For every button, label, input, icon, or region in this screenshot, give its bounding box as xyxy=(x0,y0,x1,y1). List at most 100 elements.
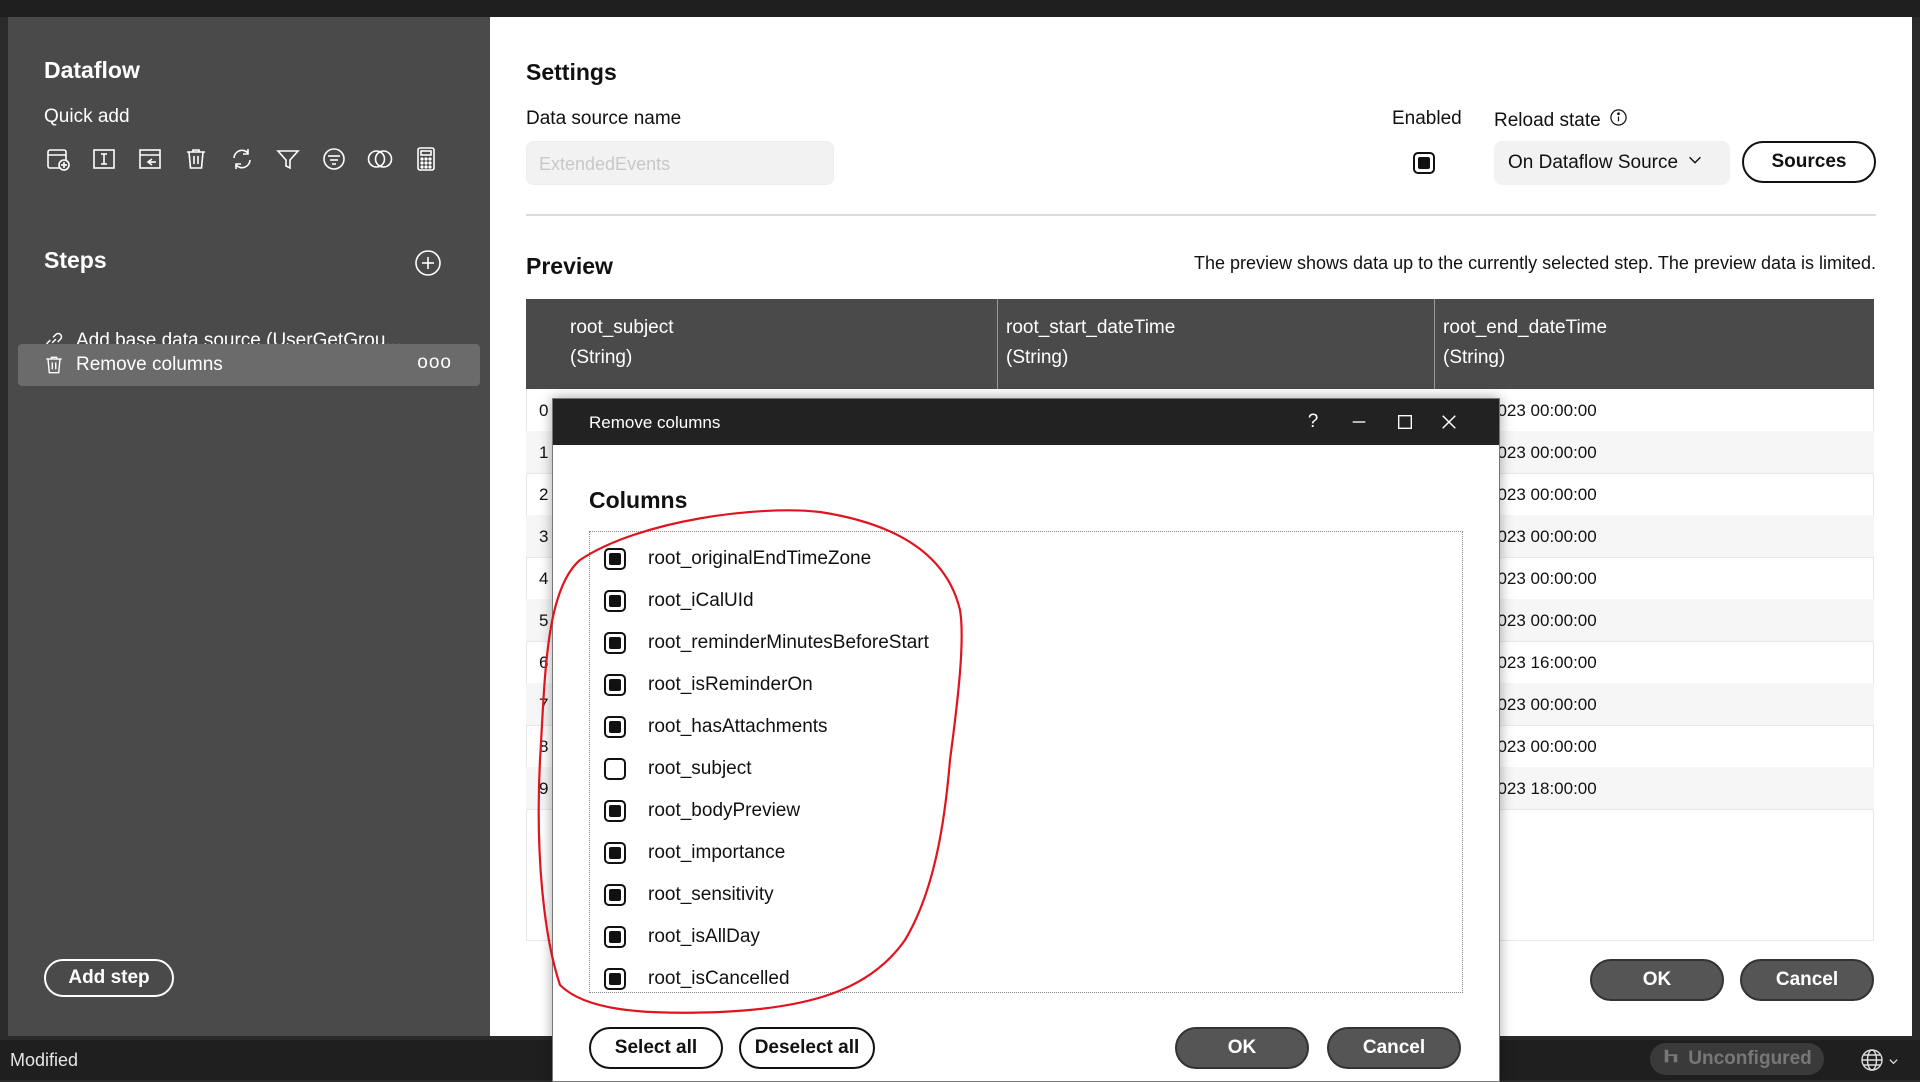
unconfigured-icon xyxy=(1662,1047,1680,1071)
checkbox[interactable] xyxy=(604,590,626,612)
column-label: root_isReminderOn xyxy=(648,674,813,695)
checkbox[interactable] xyxy=(604,716,626,738)
dataflow-title: Dataflow xyxy=(44,57,140,83)
column-checkbox-item[interactable]: root_originalEndTimeZone xyxy=(604,542,871,576)
dialog-ok-button[interactable]: OK xyxy=(1175,1027,1309,1069)
join-icon[interactable] xyxy=(366,145,394,173)
info-icon[interactable] xyxy=(1609,108,1628,133)
column-checkbox-item[interactable]: root_reminderMinutesBeforeStart xyxy=(604,626,929,660)
remove-columns-dialog: Remove columns ? Columns root_originalEn… xyxy=(552,398,1500,1082)
more-options-icon[interactable]: ooo xyxy=(417,352,452,374)
trash-icon[interactable] xyxy=(182,145,210,173)
reload-state-text: Reload state xyxy=(1494,109,1601,131)
select-all-button[interactable]: Select all xyxy=(589,1027,723,1069)
reload-state-select[interactable]: On Dataflow Source xyxy=(1494,141,1730,185)
column-name: root_subject xyxy=(570,317,674,338)
preview-title: Preview xyxy=(526,253,613,279)
divider xyxy=(526,214,1876,216)
filter-icon[interactable] xyxy=(274,145,302,173)
checkbox[interactable] xyxy=(604,926,626,948)
unconfigured-badge[interactable]: Unconfigured xyxy=(1650,1043,1824,1075)
column-label: root_importance xyxy=(648,842,786,863)
end-datetime-cell: 2023 00:00:00 xyxy=(1488,443,1597,462)
dialog-cancel-button[interactable]: Cancel xyxy=(1327,1027,1461,1069)
refresh-icon[interactable] xyxy=(228,145,256,173)
settings-title: Settings xyxy=(526,59,617,85)
help-icon[interactable]: ? xyxy=(1299,409,1327,435)
deselect-all-button[interactable]: Deselect all xyxy=(739,1027,875,1069)
checkbox[interactable] xyxy=(604,548,626,570)
column-checkbox-item[interactable]: root_bodyPreview xyxy=(604,794,800,828)
close-icon[interactable] xyxy=(1435,409,1463,435)
step-label: Remove columns xyxy=(76,354,223,375)
column-label: root_originalEndTimeZone xyxy=(648,548,872,569)
text-field-icon[interactable] xyxy=(90,145,118,173)
ok-button[interactable]: OK xyxy=(1590,959,1724,1001)
checkbox[interactable] xyxy=(604,758,626,780)
column-checkbox-item[interactable]: root_sensitivity xyxy=(604,878,774,912)
chevron-down-icon xyxy=(1888,1054,1899,1070)
sources-button[interactable]: Sources xyxy=(1742,141,1876,183)
end-datetime-cell: 2023 00:00:00 xyxy=(1488,401,1597,420)
cancel-button[interactable]: Cancel xyxy=(1740,959,1874,1001)
column-name: root_end_dateTime xyxy=(1443,317,1608,338)
checkbox[interactable] xyxy=(604,632,626,654)
column-checkbox-item[interactable]: root_importance xyxy=(604,836,785,870)
preview-note: The preview shows data up to the current… xyxy=(1193,253,1876,273)
checkbox[interactable] xyxy=(604,800,626,822)
add-step-plus-icon[interactable] xyxy=(414,249,442,277)
column-checkbox-item[interactable]: root_subject xyxy=(604,752,752,786)
row-index: 7 xyxy=(539,695,549,714)
column-header-root-start-datetime[interactable]: root_start_dateTime (String) xyxy=(998,299,1435,389)
column-header-root-end-datetime[interactable]: root_end_dateTime (String) xyxy=(1435,299,1874,389)
maximize-icon[interactable] xyxy=(1391,409,1419,435)
trash-icon xyxy=(40,351,68,379)
column-label: root_isAllDay xyxy=(648,926,760,947)
column-checkbox-item[interactable]: root_iCalUId xyxy=(604,584,754,618)
column-checkbox-item[interactable]: root_isAllDay xyxy=(604,920,760,954)
row-index: 9 xyxy=(539,779,549,798)
minimize-icon[interactable] xyxy=(1345,409,1373,435)
columns-list: root_originalEndTimeZone root_iCalUIdroot… xyxy=(589,531,1463,993)
end-datetime-cell: 2023 16:00:00 xyxy=(1488,653,1597,672)
enabled-checkbox[interactable] xyxy=(1413,152,1435,174)
row-index: 5 xyxy=(539,611,549,630)
quick-add-toolbar xyxy=(44,145,440,173)
add-source-icon[interactable] xyxy=(44,145,72,173)
globe-icon xyxy=(1860,1048,1884,1075)
step-remove-columns[interactable]: Remove columns ooo xyxy=(18,344,480,386)
reload-state-value: On Dataflow Source xyxy=(1508,152,1679,173)
column-checkbox-item[interactable]: root_isCancelled xyxy=(604,962,790,992)
preview-table-header: root_subject (String) root_start_dateTim… xyxy=(526,299,1874,389)
column-type: (String) xyxy=(1006,347,1069,368)
end-datetime-cell: 2023 00:00:00 xyxy=(1488,527,1597,546)
end-datetime-cell: 2023 00:00:00 xyxy=(1488,611,1597,630)
column-label: root_reminderMinutesBeforeStart xyxy=(648,632,929,653)
column-header-root-subject[interactable]: root_subject (String) xyxy=(526,299,998,389)
data-source-name-label: Data source name xyxy=(526,108,682,129)
columns-title: Columns xyxy=(589,487,688,513)
checkbox[interactable] xyxy=(604,842,626,864)
checkbox[interactable] xyxy=(604,884,626,906)
column-label: root_iCalUId xyxy=(648,590,754,611)
row-index: 8 xyxy=(539,737,549,756)
column-name: root_start_dateTime xyxy=(1006,317,1176,338)
steps-title: Steps xyxy=(44,247,107,273)
row-index: 4 xyxy=(539,569,549,588)
checkbox[interactable] xyxy=(604,674,626,696)
unconfigured-label: Unconfigured xyxy=(1688,1048,1812,1069)
list-filter-icon[interactable] xyxy=(320,145,348,173)
dialog-title-bar[interactable]: Remove columns ? xyxy=(553,399,1499,445)
merge-table-icon[interactable] xyxy=(136,145,164,173)
data-source-name-input[interactable]: ExtendedEvents xyxy=(526,141,834,185)
column-checkbox-item[interactable]: root_hasAttachments xyxy=(604,710,828,744)
column-label: root_bodyPreview xyxy=(648,800,801,821)
status-text: Modified xyxy=(10,1050,79,1070)
language-selector[interactable] xyxy=(1860,1048,1899,1075)
end-datetime-cell: 2023 00:00:00 xyxy=(1488,569,1597,588)
add-step-button[interactable]: Add step xyxy=(44,959,174,997)
calculator-icon[interactable] xyxy=(412,145,440,173)
checkbox[interactable] xyxy=(604,968,626,990)
column-checkbox-item[interactable]: root_isReminderOn xyxy=(604,668,813,702)
column-type: (String) xyxy=(570,347,633,368)
